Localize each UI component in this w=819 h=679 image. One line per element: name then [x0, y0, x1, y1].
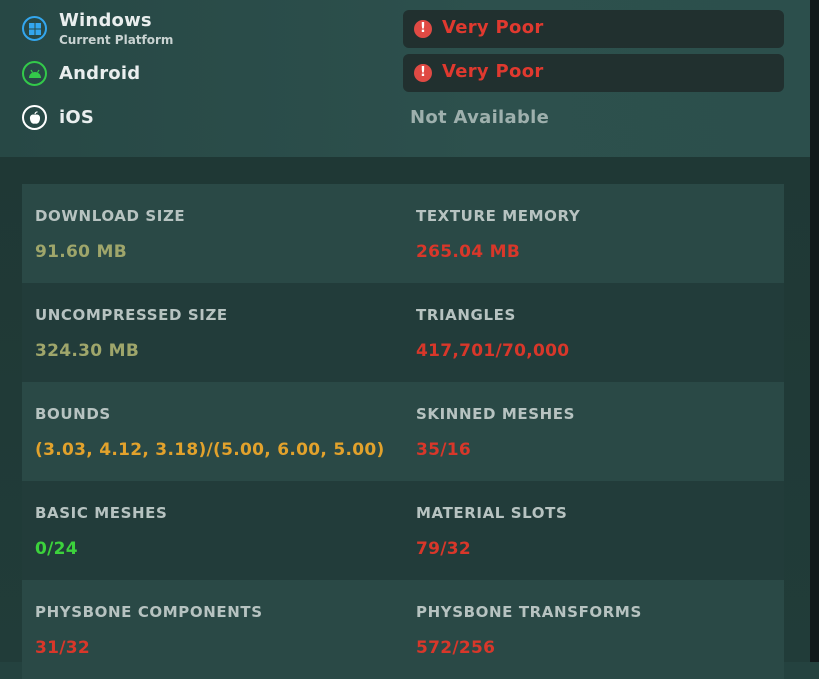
- stat-value: 324.30 MB: [35, 341, 140, 361]
- platform-subtitle: Current Platform: [59, 33, 174, 47]
- performance-rating-badge: ! Very Poor: [403, 10, 784, 48]
- windows-icon: [22, 16, 47, 41]
- performance-rating-badge: ! Very Poor: [403, 54, 784, 92]
- exclamation-icon: !: [414, 64, 432, 82]
- stat-label: PHYSBONE COMPONENTS: [35, 603, 263, 621]
- stat-value: 572/256: [416, 638, 496, 658]
- stat-value: 417,701/70,000: [416, 341, 570, 361]
- platform-row-ios: iOS Not Available: [0, 98, 810, 138]
- stat-value: 265.04 MB: [416, 242, 521, 262]
- rating-text: Very Poor: [442, 17, 544, 38]
- window-edge: [810, 0, 819, 662]
- stat-row: BOUNDS (3.03, 4.12, 3.18)/(5.00, 6.00, 5.…: [22, 382, 784, 481]
- stat-label: TEXTURE MEMORY: [416, 207, 581, 225]
- stat-label: SKINNED MESHES: [416, 405, 576, 423]
- stat-value: 0/24: [35, 539, 78, 559]
- stat-label: DOWNLOAD SIZE: [35, 207, 186, 225]
- stat-value: (3.03, 4.12, 3.18)/(5.00, 6.00, 5.00): [35, 440, 385, 460]
- stat-row: DOWNLOAD SIZE 91.60 MB TEXTURE MEMORY 265.0…: [22, 184, 784, 283]
- stat-value: 31/32: [35, 638, 91, 658]
- stat-label: BASIC MESHES: [35, 504, 168, 522]
- stat-label: TRIANGLES: [416, 306, 516, 324]
- platform-name: Windows: [59, 10, 152, 31]
- stat-label: MATERIAL SLOTS: [416, 504, 568, 522]
- stat-value: 79/32: [416, 539, 472, 559]
- exclamation-icon: !: [414, 20, 432, 38]
- platform-row-windows: Windows Current Platform ! Very Poor: [0, 9, 810, 49]
- stat-row: UNCOMPRESSED SIZE 324.30 MB TRIANGLES 417,7…: [22, 283, 784, 382]
- platform-name: Android: [59, 63, 141, 84]
- apple-icon: [22, 105, 47, 130]
- stat-row: PHYSBONE COMPONENTS 31/32 PHYSBONE TRANSFO…: [22, 580, 784, 679]
- stat-label: PHYSBONE TRANSFORMS: [416, 603, 642, 621]
- stat-value: 35/16: [416, 440, 472, 460]
- platform-name: iOS: [59, 107, 95, 128]
- stats-panel: DOWNLOAD SIZE 91.60 MB TEXTURE MEMORY 265.0…: [0, 157, 810, 679]
- stat-value: 91.60 MB: [35, 242, 127, 262]
- availability-text: Not Available: [410, 107, 550, 128]
- stat-label: UNCOMPRESSED SIZE: [35, 306, 228, 324]
- platform-row-android: Android ! Very Poor: [0, 54, 810, 94]
- rating-text: Very Poor: [442, 61, 544, 82]
- android-icon: [22, 61, 47, 86]
- stat-label: BOUNDS: [35, 405, 111, 423]
- platform-section: Windows Current Platform ! Very Poor And…: [0, 0, 810, 157]
- stat-row: BASIC MESHES 0/24 MATERIAL SLOTS 79/32: [22, 481, 784, 580]
